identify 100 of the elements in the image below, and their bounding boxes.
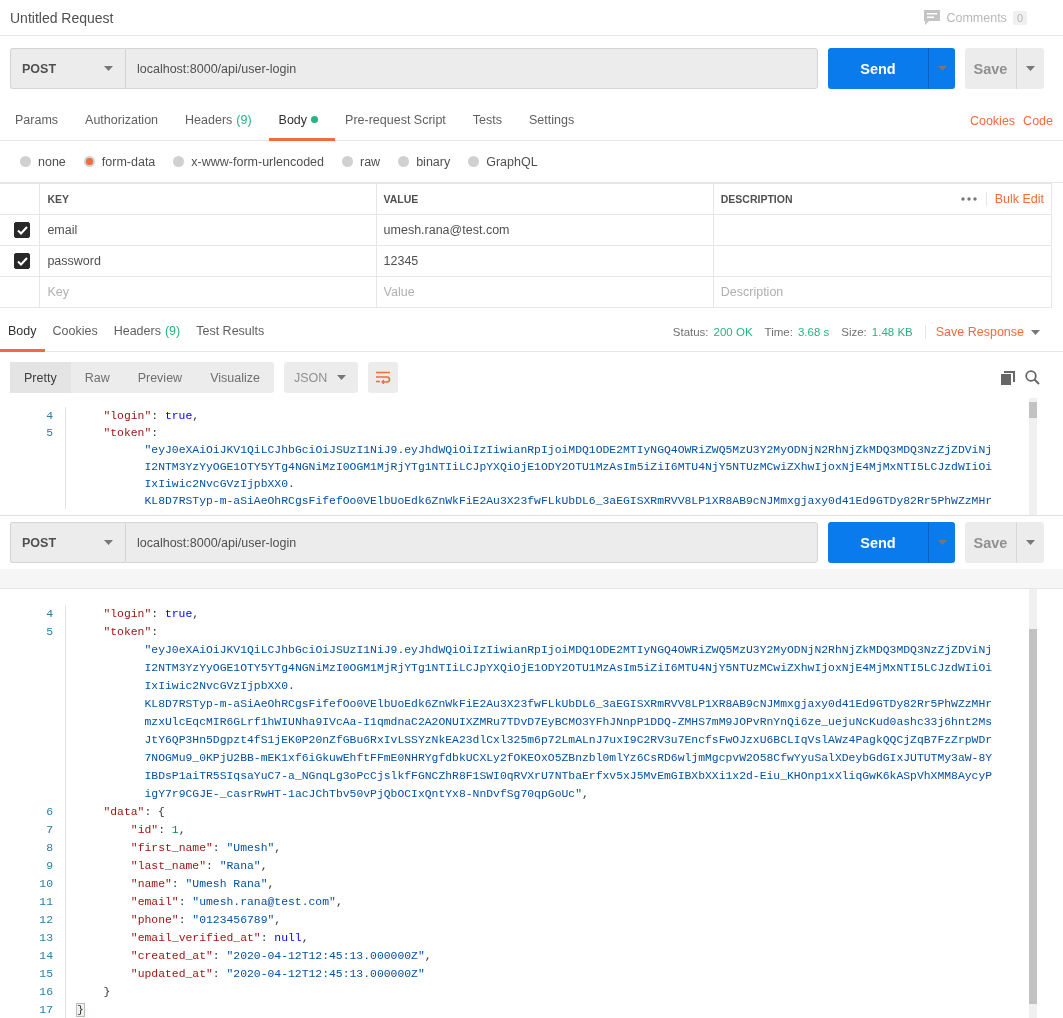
method-dropdown[interactable]: POST xyxy=(10,522,125,563)
value-field[interactable]: Value xyxy=(376,276,714,308)
save-options-button[interactable] xyxy=(1016,522,1044,563)
radio-label[interactable]: none xyxy=(38,154,66,169)
radio-button[interactable] xyxy=(20,156,31,167)
code-line: I2NTM3YzYyOGE1OTY5YTg4NGNiMzI0OGM1MjRjYTg1NTIiLCJpYXQiOjE1ODY2OTU1MzAsIm5iZiI6MTU4NjY5NTUzMCwiZXhwIjoxNjE4MjMxNTI5LCJzdWIiOi xyxy=(144,460,993,473)
code-line: "email_verified_at": null, xyxy=(130,932,309,944)
line-number: 5 xyxy=(45,626,54,638)
line-number: 5 xyxy=(45,426,54,439)
response-tab[interactable]: Cookies xyxy=(44,313,106,352)
request-tab[interactable]: Headers (9) xyxy=(175,101,269,141)
caret-icon xyxy=(1031,329,1040,335)
code-line: igY7r9CGJE-_casrRwHT-1acJChTbv50vPjQbOCIxQntYx8-NnDvfSg70qpGoUc", xyxy=(144,788,589,800)
param-value: 12345 xyxy=(383,254,419,268)
url-field[interactable]: localhost:8000/api/user-login xyxy=(125,48,818,89)
code-line: IBDsP1aiTR5SIqsaYuC7-a_NGnqLg3oPcCjslkfFGNCZhR8F1SWI0qRVXrU7NTbaErfxv5xJ5MvEmGIBXbXXi1x2d-Eiu_KHOnp1xXliqGwK6kASpVhXMM8AycyP xyxy=(144,770,993,782)
code-line: KL8D7RSTyp-m-aSiAeOhRCgsFifefOo0VElbUoEdk6ZnWkFiE2Au3X23fwFLkUbDL6_3aEGISXRmRVV8LP1XR8AB9cNJMmxgjaxy0d41Ed9GTDy82Rr5PhWZzMHr xyxy=(144,494,993,507)
response-stat: Time: 3.68 s xyxy=(764,326,830,338)
line-number: 7 xyxy=(45,824,54,836)
key-input[interactable]: Key xyxy=(47,285,369,299)
code-line: "data": { xyxy=(103,806,165,818)
request-tab[interactable]: Pre-request Script xyxy=(335,101,463,141)
scrollbar[interactable] xyxy=(1029,398,1037,515)
param-value: umesh.rana@test.com xyxy=(383,223,510,237)
line-number: 13 xyxy=(38,932,54,944)
description-input[interactable]: Description xyxy=(720,285,1044,299)
line-number: 4 xyxy=(45,608,54,620)
request-tab[interactable]: Body xyxy=(268,101,336,141)
request-tab[interactable]: Authorization xyxy=(75,101,176,141)
code-line: "login": true, xyxy=(103,409,200,422)
param-key: email xyxy=(47,223,78,237)
url-field[interactable]: localhost:8000/api/user-login xyxy=(125,522,818,563)
save-options-button[interactable] xyxy=(1016,48,1044,89)
code-line: "updated_at": "2020-04-12T12:45:13.000000Z" xyxy=(130,968,425,980)
send-button[interactable]: Send xyxy=(828,522,928,563)
view-mode-tab[interactable]: Preview xyxy=(123,362,197,393)
code-line: "name": "Umesh Rana", xyxy=(130,878,275,890)
wrap-lines-icon xyxy=(374,371,391,384)
line-number: 9 xyxy=(45,860,54,872)
caret-icon xyxy=(104,540,113,545)
copy-icon[interactable] xyxy=(1001,370,1015,385)
radio-button[interactable] xyxy=(468,156,480,167)
radio-button[interactable] xyxy=(83,156,95,167)
radio-label[interactable]: x-www-form-urlencoded xyxy=(191,154,324,169)
radio-button[interactable] xyxy=(342,156,353,167)
checkbox[interactable] xyxy=(14,222,30,238)
radio-label[interactable]: raw xyxy=(360,154,381,169)
view-mode-tab[interactable]: Visualize xyxy=(196,362,274,393)
code-line: KL8D7RSTyp-m-aSiAeOhRCgsFifefOo0VElbUoEdk6ZnWkFiE2Au3X23fwFLkUbDL6_3aEGISXRmRVV8LP1XR8AB9cNJMmxgjaxy0d41Ed9GTDy82Rr5PhWZzMHr xyxy=(144,698,993,710)
code-line: mzxUlcEqcMIR6GLrf1hWIUNha9IVcAa-I1qmdnaC2A2ONUIXZMRu7TDvD7EyBCMO3YFhJNnpP1DDQ-ZMHS7mM9JOPvRnYnQi6ze_uejuNcKud0ashc33j6hnt2Ms xyxy=(144,716,993,728)
code-line: JtY6QP3Hn5Dgpzt4fS1jEK0P20nZfGBu6RxIvLSSYzNkEA23dlCxl325m6p72LmALnJ7uxI9C2RV3u7EncfsFwOJzxU6BCLIqVslAWz4PagkQQCjZqB7FzZrpWDr xyxy=(144,734,993,746)
caret-icon xyxy=(336,375,346,380)
response-tab[interactable]: Test Results xyxy=(188,313,273,352)
radio-label[interactable]: binary xyxy=(416,154,451,169)
description-field[interactable]: Description xyxy=(713,276,1052,308)
search-icon[interactable] xyxy=(1025,370,1040,385)
radio-button[interactable] xyxy=(398,156,410,167)
radio-button[interactable] xyxy=(173,156,185,167)
line-number: 6 xyxy=(45,806,54,818)
view-mode-tab[interactable]: Pretty xyxy=(10,362,71,393)
caret-icon xyxy=(1026,540,1035,545)
column-header: KEY xyxy=(47,193,69,205)
key-field[interactable]: Key xyxy=(39,276,377,308)
code-line: "token": xyxy=(103,626,159,638)
response-tab[interactable]: Body xyxy=(0,313,45,352)
code-line: "email": "umesh.rana@test.com", xyxy=(130,896,343,908)
more-icon[interactable] xyxy=(960,197,977,201)
code-line: I2NTM3YzYyOGE1OTY5YTg4NGNiMzI0OGM1MjRjYTg1NTIiLCJpYXQiOjE1ODY2OTU1MzAsIm5iZiI6MTU4NjY5NTUzMCwiZXhwIjoxNjE4MjMxNTI5LCJzdWIiOi xyxy=(144,662,993,674)
radio-label[interactable]: GraphQL xyxy=(486,154,538,169)
response-stat: Size: 1.48 KB xyxy=(841,326,913,338)
send-button[interactable]: Send xyxy=(828,48,928,89)
line-number: 10 xyxy=(38,878,54,890)
request-tab[interactable]: Tests xyxy=(462,101,519,141)
value-input[interactable]: Value xyxy=(383,285,706,299)
response-stat: Status: 200 OK xyxy=(672,326,753,338)
response-tab[interactable]: Headers (9) xyxy=(105,313,189,352)
line-number: 14 xyxy=(38,950,54,962)
send-options-button[interactable] xyxy=(928,522,955,563)
code-line: "phone": "0123456789", xyxy=(130,914,282,926)
column-header: VALUE xyxy=(383,193,419,205)
request-tab[interactable]: Params xyxy=(5,101,76,141)
comment-icon xyxy=(924,10,941,25)
scrollbar[interactable] xyxy=(1029,589,1037,1018)
line-number: 4 xyxy=(45,409,54,422)
checkbox[interactable] xyxy=(14,253,30,269)
view-mode-tab[interactable]: Raw xyxy=(70,362,124,393)
code-line: IxIiwic2NvcGVzIjpbXX0. xyxy=(144,680,295,692)
wrap-button[interactable] xyxy=(367,362,398,393)
caret-icon xyxy=(937,66,947,71)
code-line: "token": xyxy=(103,426,159,439)
code-line: "eyJ0eXAiOiJKV1QiLCJhbGciOiJSUzI1NiJ9.eyJhdWQiOiIzIiwianRpIjoiMDQ1ODE2MTIyNGQ4OWRiZWQ5MzU3Y2MyODNjN2RhNjZkMDQ3MDQ3NzZjZDViNj xyxy=(144,644,993,656)
radio-label[interactable]: form-data xyxy=(101,154,156,169)
column-header: DESCRIPTION xyxy=(720,193,793,205)
send-options-button[interactable] xyxy=(928,48,955,89)
code-line: IxIiwic2NvcGVzIjpbXX0. xyxy=(144,477,295,490)
code-line: "first_name": "Umesh", xyxy=(130,842,282,854)
code-line: } xyxy=(103,986,111,998)
method-dropdown[interactable]: POST xyxy=(10,48,125,89)
request-tab[interactable]: Settings xyxy=(519,101,592,141)
code-line: "eyJ0eXAiOiJKV1QiLCJhbGciOiJSUzI1NiJ9.eyJhdWQiOiIzIiwianRpIjoiMDQ1ODE2MTIyNGQ4OWRiZWQ5MzU3Y2MyODNjN2RhNjZkMDQ3MDQ3NzZjZDViNj xyxy=(144,443,993,456)
